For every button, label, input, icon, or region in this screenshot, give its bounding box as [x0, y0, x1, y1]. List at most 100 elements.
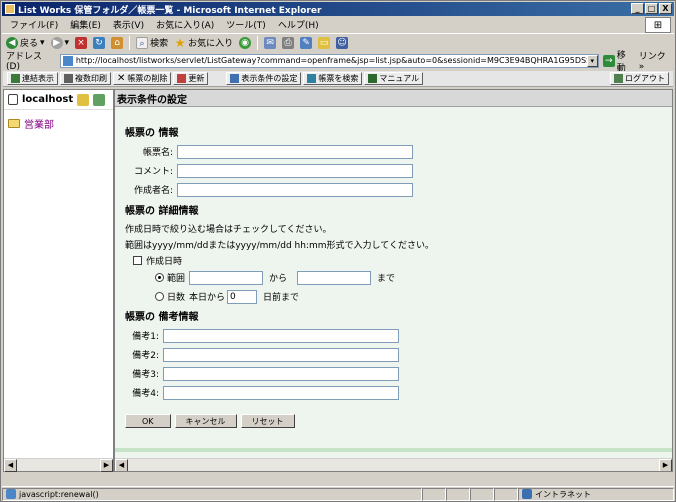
links-button[interactable]: リンク » — [639, 49, 674, 72]
edit-icon[interactable]: ✎ — [300, 36, 313, 49]
logout-icon — [614, 74, 623, 83]
refresh-icon[interactable]: ↻ — [93, 36, 106, 49]
ok-button[interactable]: OK — [125, 414, 171, 428]
scroll-left-icon[interactable]: ◀ — [115, 459, 128, 471]
left-hscrollbar[interactable]: ◀ ▶ — [4, 458, 113, 472]
display-settings-button[interactable]: 表示条件の設定 — [226, 72, 302, 85]
created-date-checkbox[interactable] — [133, 255, 142, 265]
messenger-icon[interactable]: ☺ — [336, 36, 349, 49]
join-view-button[interactable]: 連結表示 — [7, 72, 58, 85]
intranet-icon — [522, 489, 532, 499]
browser-toolbar: ◀ 戻る ▾ ▶ ▾ × ↻ ⌂ ⌕ 検索 ★ お気に入り ◉ ✉ ⎙ ✎ ▭ ☺ — [2, 33, 674, 51]
scroll-right-icon[interactable]: ▶ — [100, 459, 113, 472]
page-icon — [6, 489, 16, 499]
folder-icon[interactable]: ▭ — [318, 36, 331, 49]
go-arrow-icon: → — [602, 54, 615, 67]
forward-button[interactable]: ▶ ▾ — [50, 36, 69, 49]
days-radio[interactable] — [155, 292, 164, 301]
note4-input[interactable] — [163, 385, 399, 400]
reset-button[interactable]: リセット — [240, 414, 295, 428]
note3-label: 備考3: — [132, 370, 159, 380]
search-icon: ⌕ — [136, 36, 149, 49]
tree-icon[interactable] — [93, 93, 106, 106]
menu-view[interactable]: 表示(V) — [113, 18, 144, 31]
favorites-button[interactable]: ★ お気に入り — [174, 35, 233, 50]
form-buttons: OK キャンセル リセット — [125, 414, 434, 428]
note2-input[interactable] — [163, 347, 399, 362]
printer-icon — [64, 74, 73, 83]
go-button[interactable]: → 移動 — [602, 48, 635, 74]
note-section-title: 帳票の 備考情報 — [125, 312, 199, 323]
logout-button[interactable]: ログアウト — [610, 72, 669, 85]
print-icon[interactable]: ⎙ — [282, 36, 295, 49]
cancel-button[interactable]: キャンセル — [174, 414, 237, 428]
right-hscrollbar[interactable]: ◀ ▶ — [115, 458, 672, 471]
manual-button[interactable]: マニュアル — [364, 72, 424, 85]
address-label: アドレス(D) — [6, 52, 43, 72]
settings-frame: 表示条件の設定 帳票の 情報 帳票名: コメント: 作成者名: 帳票の 詳細情報… — [114, 89, 673, 472]
range-radio[interactable] — [155, 273, 164, 282]
delete-report-button[interactable]: ✕ 帳票の削除 — [113, 72, 172, 85]
scroll-right-icon[interactable]: ▶ — [659, 459, 672, 471]
range-from-input[interactable] — [189, 270, 264, 285]
open-folder-icon[interactable] — [77, 93, 90, 106]
address-url: http://localhost/listworks/servlet/ListG… — [75, 56, 587, 65]
days-suffix: 日前まで — [263, 293, 300, 303]
address-input[interactable]: http://localhost/listworks/servlet/ListG… — [59, 53, 599, 68]
binoculars-icon — [307, 74, 317, 83]
refresh-button[interactable]: 更新 — [173, 72, 209, 85]
book-icon — [368, 74, 378, 83]
home-icon[interactable]: ⌂ — [111, 36, 124, 49]
back-button[interactable]: ◀ 戻る ▾ — [6, 36, 45, 49]
address-bar: アドレス(D) http://localhost/listworks/servl… — [2, 49, 674, 74]
filter-form: 帳票の 情報 帳票名: コメント: 作成者名: 帳票の 詳細情報 作成日時で絞り… — [125, 122, 434, 428]
menu-file[interactable]: ファイル(F) — [10, 18, 58, 31]
minimize-button[interactable]: _ — [631, 3, 644, 14]
maximize-button[interactable]: □ — [645, 3, 658, 14]
menu-edit[interactable]: 編集(E) — [70, 18, 101, 31]
report-name-input[interactable] — [177, 144, 413, 159]
search-button[interactable]: ⌕ 検索 — [136, 36, 168, 49]
window-title: List Works 保管フォルダ／帳票一覧 - Microsoft Inter… — [18, 5, 322, 16]
stop-icon[interactable]: × — [75, 36, 88, 49]
browser-window: List Works 保管フォルダ／帳票一覧 - Microsoft Inter… — [0, 0, 676, 502]
address-dropdown-icon[interactable]: ▾ — [586, 54, 598, 67]
note2-label: 備考2: — [132, 351, 159, 361]
detail-note-1: 作成日時で絞り込む場合はチェックしてください。 — [125, 224, 332, 235]
menu-help[interactable]: ヘルプ(H) — [278, 18, 319, 31]
report-name-label: 帳票名: — [142, 148, 173, 158]
forward-arrow-icon: ▶ — [50, 36, 63, 49]
days-prefix: 本日から — [189, 293, 226, 303]
media-icon[interactable]: ◉ — [239, 36, 252, 49]
server-node[interactable]: localhost — [4, 90, 113, 110]
folder-icon — [8, 119, 20, 128]
title-bar[interactable]: List Works 保管フォルダ／帳票一覧 - Microsoft Inter… — [2, 2, 674, 16]
security-zone: イントラネット — [518, 487, 674, 501]
multi-print-button[interactable]: 複数印刷 — [60, 72, 111, 85]
comment-input[interactable] — [177, 163, 413, 178]
range-to-input[interactable] — [297, 270, 372, 285]
status-bar: javascript:renewal() イントラネット — [2, 486, 674, 501]
folder-item-sales[interactable]: 営業部 — [4, 110, 113, 137]
author-input[interactable] — [177, 182, 413, 197]
back-arrow-icon: ◀ — [6, 36, 18, 49]
search-report-button[interactable]: 帳票を検索 — [303, 72, 363, 85]
from-label: から — [269, 274, 288, 284]
close-button[interactable]: X — [659, 3, 672, 14]
note1-label: 備考1: — [132, 332, 159, 342]
info-section-title: 帳票の 情報 — [125, 128, 179, 139]
comment-label: コメント: — [133, 167, 173, 177]
menu-tools[interactable]: ツール(T) — [226, 18, 266, 31]
detail-section-title: 帳票の 詳細情報 — [125, 206, 199, 217]
delete-x-icon: ✕ — [117, 73, 126, 84]
menu-favorites[interactable]: お気に入り(A) — [156, 18, 214, 31]
page-title: 表示条件の設定 — [115, 90, 672, 107]
days-input[interactable]: 0 — [227, 289, 258, 304]
note3-input[interactable] — [163, 366, 399, 381]
note4-label: 備考4: — [132, 389, 159, 399]
scroll-left-icon[interactable]: ◀ — [4, 459, 17, 472]
mail-icon[interactable]: ✉ — [264, 36, 277, 49]
menu-bar: ファイル(F) 編集(E) 表示(V) お気に入り(A) ツール(T) ヘルプ(… — [2, 17, 674, 32]
note1-input[interactable] — [163, 328, 399, 343]
star-icon: ★ — [174, 35, 186, 50]
